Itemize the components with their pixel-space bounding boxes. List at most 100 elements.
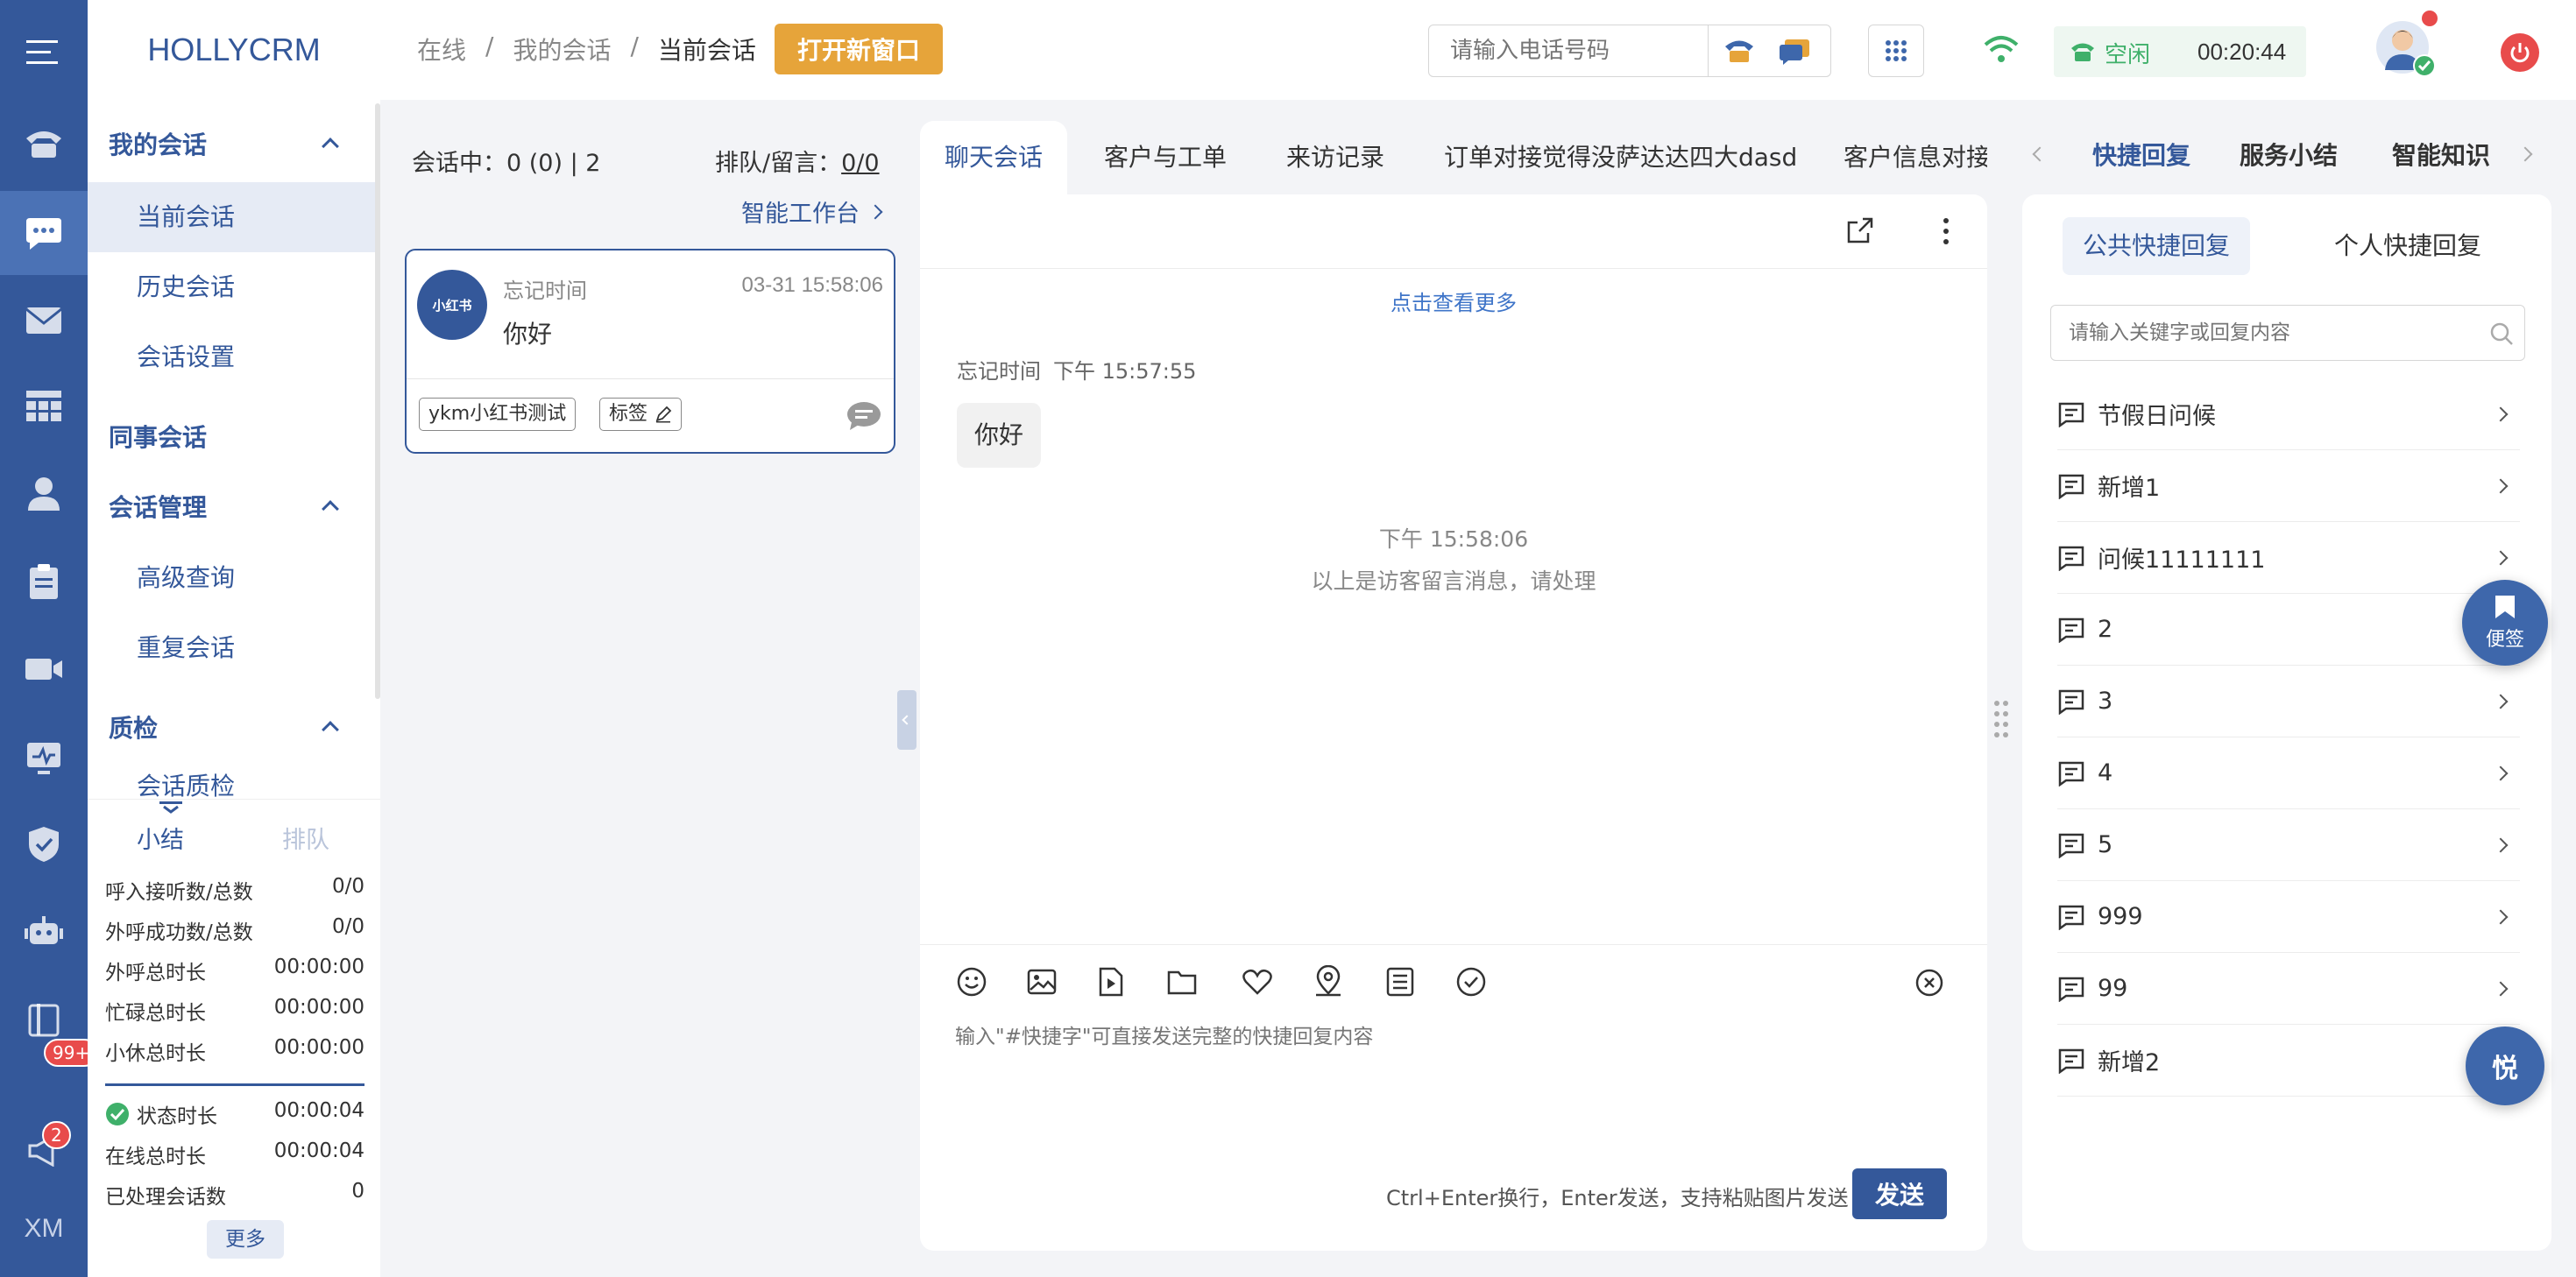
collapse-list-handle[interactable] bbox=[897, 690, 916, 750]
avatar[interactable] bbox=[2374, 11, 2438, 77]
dial-icon[interactable] bbox=[1723, 38, 1755, 64]
robot-icon[interactable] bbox=[0, 890, 88, 974]
message-square-icon bbox=[2058, 689, 2084, 715]
agent-status-box[interactable]: 空闲 00:20:44 bbox=[2054, 26, 2306, 77]
nav-item-session-settings[interactable]: 会话设置 bbox=[88, 322, 377, 392]
breadcrumb-my-sessions[interactable]: 我的会话 bbox=[513, 32, 611, 67]
quick-reply-item[interactable]: 5 bbox=[2057, 809, 2520, 881]
open-new-window-button[interactable]: 打开新窗口 bbox=[775, 24, 943, 74]
message-input[interactable] bbox=[955, 1019, 1954, 1142]
sticky-note-button[interactable]: 便签 bbox=[2462, 580, 2548, 666]
wifi-icon bbox=[1984, 35, 2019, 63]
quick-reply-item[interactable]: 节假日问候 bbox=[2057, 378, 2520, 450]
message-icon[interactable] bbox=[1778, 38, 1811, 66]
sub-tab-public[interactable]: 公共快捷回复 bbox=[2063, 217, 2250, 275]
tab-quick-reply[interactable]: 快捷回复 bbox=[2092, 137, 2190, 172]
announcement-icon[interactable]: 2 bbox=[0, 1109, 88, 1193]
tab-visit-records[interactable]: 来访记录 bbox=[1286, 121, 1384, 194]
heart-icon[interactable] bbox=[1242, 969, 1272, 995]
video-file-icon[interactable] bbox=[1097, 967, 1125, 997]
tab-smart-knowledge[interactable]: 智能知识 bbox=[2392, 137, 2490, 172]
nav-group-quality[interactable]: 质检 bbox=[109, 709, 158, 744]
chevron-up-icon[interactable] bbox=[322, 138, 339, 155]
chevron-up-icon[interactable] bbox=[322, 721, 339, 738]
list-icon[interactable] bbox=[1386, 967, 1414, 997]
queue-value-link[interactable]: 0/0 bbox=[841, 150, 879, 177]
nav-item-session-quality[interactable]: 会话质检 bbox=[88, 758, 377, 799]
quick-reply-search-input[interactable] bbox=[2051, 306, 2472, 360]
quick-reply-item[interactable]: 新增1 bbox=[2057, 450, 2520, 522]
user-initials[interactable]: XM bbox=[0, 1214, 88, 1244]
menu-icon[interactable] bbox=[0, 11, 88, 95]
mail-icon[interactable] bbox=[0, 279, 88, 363]
more-button[interactable]: 更多 bbox=[207, 1220, 284, 1259]
smart-workbench-link[interactable]: 智能工作台 bbox=[741, 194, 883, 229]
tab-service-summary[interactable]: 服务小结 bbox=[2240, 137, 2338, 172]
apps-grid-button[interactable] bbox=[1868, 25, 1924, 77]
breadcrumb-online[interactable]: 在线 bbox=[417, 32, 466, 67]
location-icon[interactable] bbox=[1314, 965, 1342, 997]
share-icon[interactable] bbox=[1845, 215, 1875, 245]
chat-icon[interactable] bbox=[0, 191, 88, 275]
more-vertical-icon[interactable] bbox=[1942, 217, 1950, 245]
tab-queue[interactable]: 排队 bbox=[282, 821, 329, 855]
send-button[interactable]: 发送 bbox=[1852, 1168, 1947, 1219]
chevron-up-icon[interactable] bbox=[322, 500, 339, 518]
quick-reply-item[interactable]: 新增2 bbox=[2057, 1025, 2520, 1097]
last-message: 你好 bbox=[503, 320, 553, 349]
tag-button[interactable]: 标签 bbox=[599, 398, 683, 431]
quick-reply-item[interactable]: 99 bbox=[2057, 953, 2520, 1025]
assistant-logo-button[interactable]: 悦 bbox=[2466, 1027, 2544, 1105]
load-more-link[interactable]: 点击查看更多 bbox=[920, 286, 1987, 316]
tab-customer-workorder[interactable]: 客户与工单 bbox=[1104, 121, 1227, 194]
shield-icon[interactable] bbox=[0, 802, 88, 886]
message-meta: 忘记时间 下午 15:57:55 bbox=[957, 359, 1197, 384]
notes-icon[interactable]: 99+ bbox=[0, 977, 99, 1067]
session-card[interactable]: 小红书 忘记时间 03-31 15:58:06 你好 ykm小红书测试 标签 bbox=[405, 249, 895, 454]
sub-tab-personal[interactable]: 个人快捷回复 bbox=[2311, 217, 2504, 275]
chevron-right-icon bbox=[2493, 837, 2509, 852]
phone-input[interactable] bbox=[1429, 25, 1708, 76]
video-icon[interactable] bbox=[0, 627, 88, 711]
message-square-icon bbox=[2058, 977, 2084, 1002]
nav-item-duplicate-session[interactable]: 重复会话 bbox=[88, 613, 377, 683]
quick-reply-item[interactable]: 2 bbox=[2057, 594, 2520, 666]
nav-group-session-management[interactable]: 会话管理 bbox=[109, 489, 207, 524]
chat-bubble-icon[interactable] bbox=[846, 401, 881, 431]
phone-icon[interactable] bbox=[0, 102, 88, 186]
nav-item-history-session[interactable]: 历史会话 bbox=[88, 252, 377, 322]
tab-summary[interactable]: 小结 bbox=[137, 821, 184, 855]
tab-customer-info[interactable]: 客户信息对接 bbox=[1844, 121, 1987, 194]
folder-icon[interactable] bbox=[1167, 969, 1197, 995]
phone-search-box bbox=[1428, 25, 1831, 77]
nav-item-advanced-query[interactable]: 高级查询 bbox=[88, 543, 377, 613]
tab-chat-session[interactable]: 聊天会话 bbox=[920, 121, 1068, 194]
quick-reply-item[interactable]: 999 bbox=[2057, 881, 2520, 953]
message-square-icon bbox=[2058, 617, 2084, 643]
check-icon[interactable] bbox=[1456, 967, 1486, 997]
grid-icon[interactable] bbox=[0, 364, 88, 448]
message-square-icon bbox=[2058, 474, 2084, 499]
user-icon[interactable] bbox=[0, 452, 88, 536]
quick-reply-item[interactable]: 问候11111111 bbox=[2057, 522, 2520, 594]
nav-scrollbar[interactable] bbox=[375, 103, 380, 699]
tab-order-dock[interactable]: 订单对接觉得没萨达达四大dasd bbox=[1444, 121, 1838, 194]
nav-group-colleague-sessions[interactable]: 同事会话 bbox=[109, 419, 207, 454]
chevron-right-icon bbox=[2493, 550, 2509, 565]
emoji-icon[interactable] bbox=[957, 967, 987, 997]
nav-item-current-session[interactable]: 当前会话 bbox=[88, 182, 377, 252]
quick-reply-item[interactable]: 3 bbox=[2057, 666, 2520, 737]
nav-group-my-sessions[interactable]: 我的会话 bbox=[109, 126, 207, 161]
chevron-left-icon[interactable] bbox=[2032, 146, 2048, 162]
bookmark-icon bbox=[2495, 596, 2515, 618]
clipboard-icon[interactable] bbox=[0, 540, 88, 624]
chat-panel: 点击查看更多 忘记时间 下午 15:57:55 你好 下午 15:58:06 以上… bbox=[920, 194, 1987, 1251]
collapse-handle-icon[interactable] bbox=[159, 801, 182, 814]
drag-handle-icon[interactable] bbox=[1992, 699, 2010, 739]
chevron-right-icon[interactable] bbox=[2517, 146, 2533, 162]
close-circle-icon[interactable] bbox=[1915, 969, 1943, 997]
quick-reply-item[interactable]: 4 bbox=[2057, 737, 2520, 809]
power-icon[interactable] bbox=[2501, 33, 2539, 72]
image-icon[interactable] bbox=[1027, 967, 1057, 997]
monitor-icon[interactable] bbox=[0, 716, 88, 801]
